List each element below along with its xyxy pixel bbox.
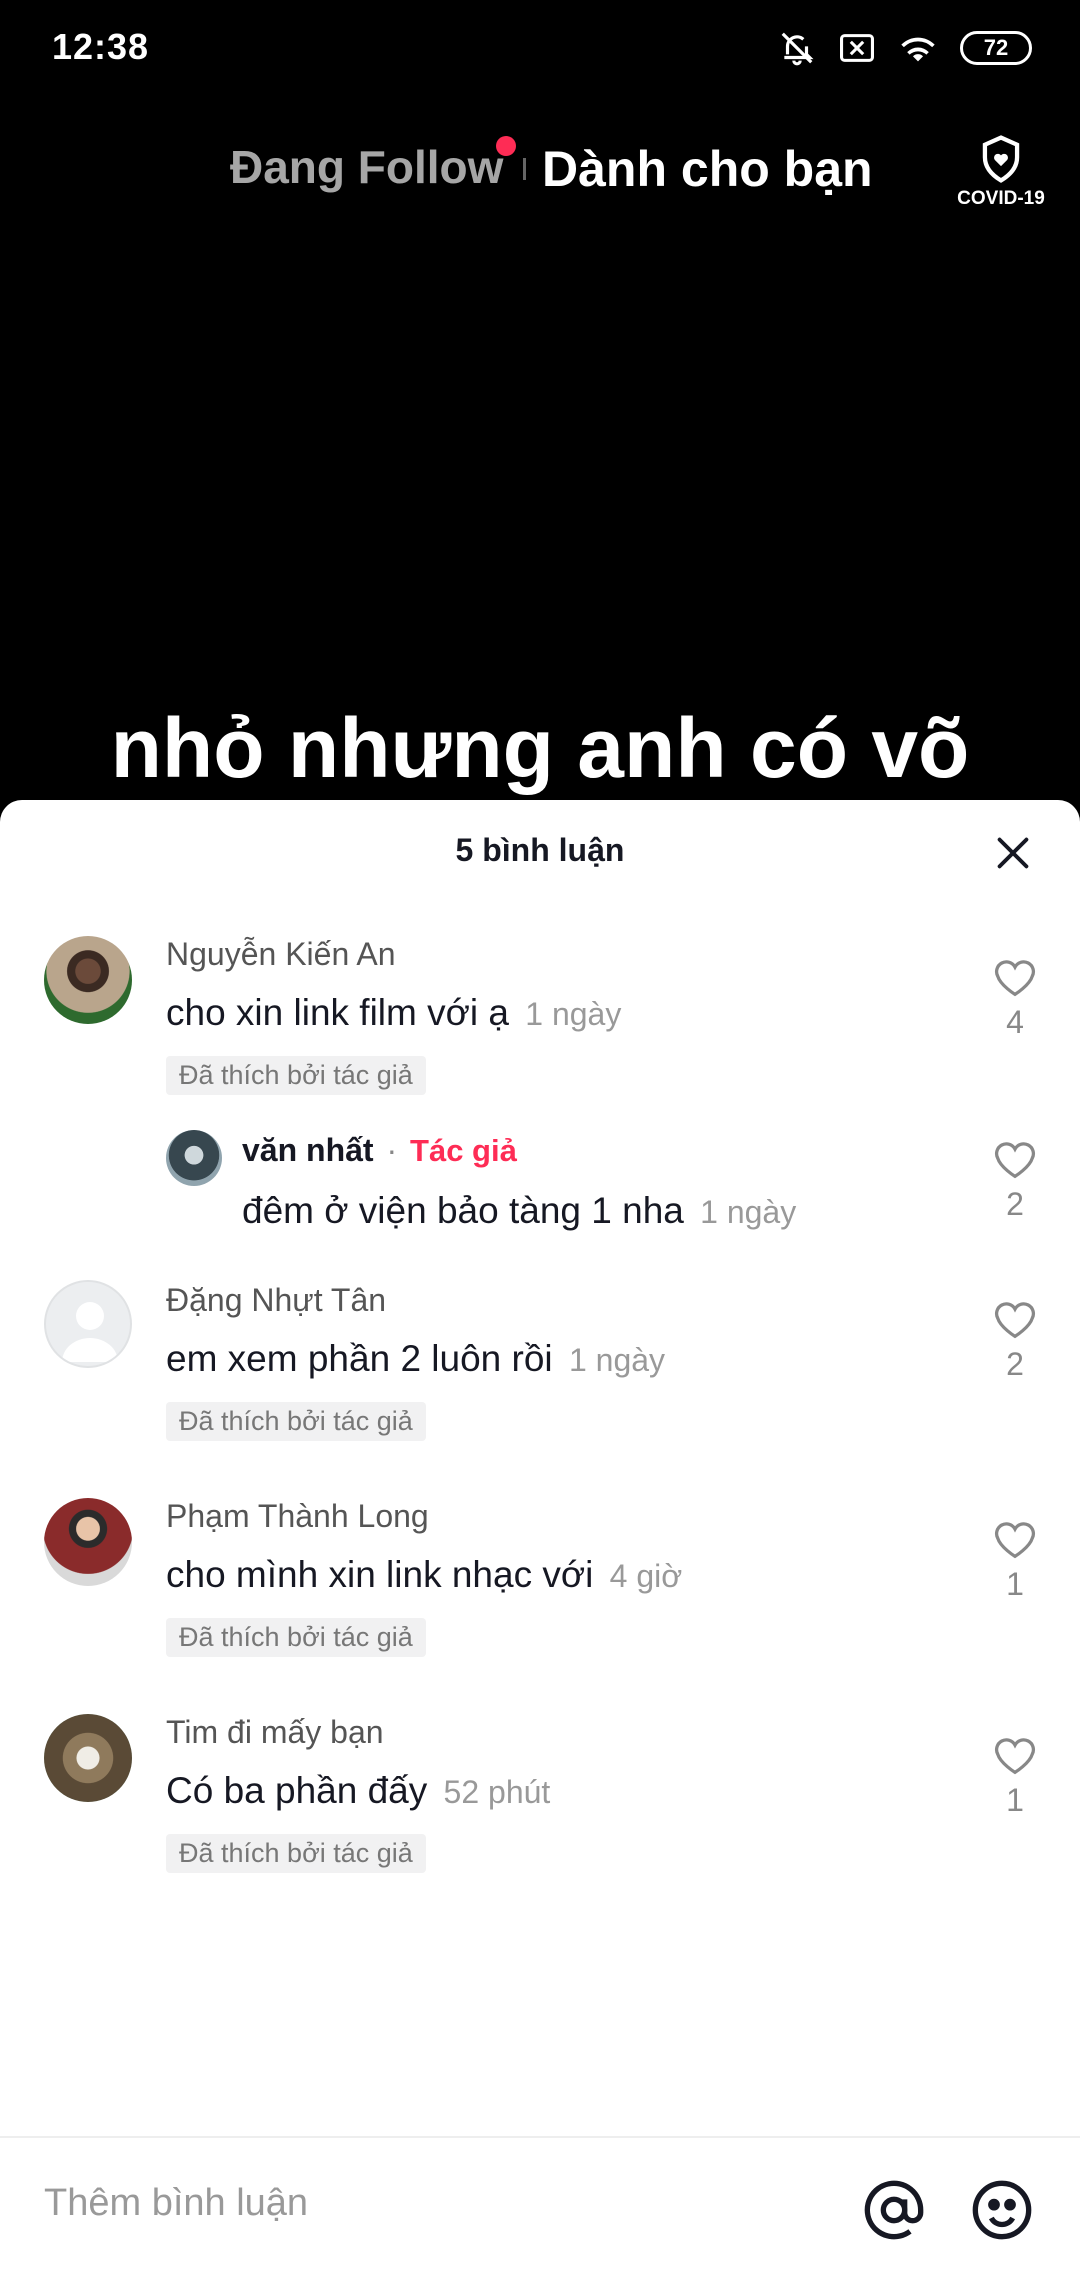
top-nav: Đang Follow Dành cho bạn COVID-19 [0,120,1080,220]
author-tag: Tác giả [410,1133,517,1168]
comment-item: Nguyễn Kiến An cho xin link film với ạ 1… [0,930,1080,1100]
mute-icon [778,29,816,67]
sim-error-icon [838,31,876,65]
like-button[interactable]: 4 [980,958,1050,1041]
like-button[interactable]: 2 [980,1300,1050,1383]
comment-text: cho mình xin link nhạc với [166,1554,594,1595]
comment-text: đêm ở viện bảo tàng 1 nha [242,1190,684,1231]
separator-dot: · [386,1132,398,1168]
heart-icon [994,1522,1036,1559]
emoji-icon [972,2180,1032,2240]
comment-item: Đặng Nhựt Tân em xem phần 2 luôn rồi 1 n… [0,1278,1080,1448]
comment-author[interactable]: Phạm Thành Long [166,1498,429,1535]
comment-text-row: em xem phần 2 luôn rồi 1 ngày [166,1338,665,1380]
comment-time: 1 ngày [700,1194,797,1230]
close-button[interactable] [990,830,1036,876]
status-icons: 72 [778,28,1032,68]
covid-button[interactable]: COVID-19 [956,134,1046,210]
liked-by-author-badge: Đã thích bởi tác giả [166,1056,426,1095]
like-button[interactable]: 2 [980,1140,1050,1223]
comment-text: em xem phần 2 luôn rồi [166,1338,553,1379]
comment-time: 1 ngày [525,996,622,1032]
avatar[interactable] [44,936,132,1024]
battery-icon: 72 [960,31,1032,65]
shield-icon [956,134,1046,184]
like-count: 1 [1006,1782,1024,1818]
liked-by-author-badge: Đã thích bởi tác giả [166,1402,426,1441]
like-button[interactable]: 1 [980,1736,1050,1819]
default-avatar-icon [62,1302,118,1362]
status-bar: 12:38 72 [0,0,1080,96]
avatar[interactable] [44,1280,132,1368]
comment-input-bar: Thêm bình luận [0,2136,1080,2280]
comment-author[interactable]: Nguyễn Kiến An [166,936,396,973]
like-count: 1 [1006,1566,1024,1602]
comment-author[interactable]: Đặng Nhựt Tân [166,1282,386,1319]
nav-divider [523,158,526,180]
emoji-button[interactable] [970,2178,1034,2242]
comment-time: 52 phút [443,1774,551,1810]
liked-by-author-badge: Đã thích bởi tác giả [166,1834,426,1873]
avatar[interactable] [166,1130,222,1186]
status-time: 12:38 [52,26,150,67]
comments-title: 5 bình luận [455,832,625,868]
avatar[interactable] [44,1498,132,1586]
notification-dot [496,136,516,156]
comment-text-row: đêm ở viện bảo tàng 1 nha 1 ngày [242,1190,796,1232]
mention-button[interactable] [862,2178,926,2242]
like-count: 2 [1006,1346,1024,1382]
heart-icon [994,1302,1036,1339]
like-count: 2 [1006,1186,1024,1222]
comment-text: cho xin link film với ạ [166,992,509,1033]
comment-text-row: cho mình xin link nhạc với 4 giờ [166,1554,682,1596]
comment-text-row: cho xin link film với ạ 1 ngày [166,992,621,1034]
video-caption: nhỏ nhưng anh có võ [110,701,970,795]
comment-input[interactable]: Thêm bình luận [44,2182,308,2225]
heart-icon [994,1738,1036,1775]
like-count: 4 [1006,1004,1024,1040]
close-icon [997,837,1029,869]
comment-item: Phạm Thành Long cho mình xin link nhạc v… [0,1494,1080,1664]
comment-text: Có ba phần đấy [166,1770,428,1811]
reply-author-row: văn nhất · Tác giả [242,1132,517,1169]
reply-item: văn nhất · Tác giả đêm ở viện bảo tàng 1… [0,1128,1080,1238]
comment-author[interactable]: văn nhất [242,1132,374,1168]
at-sign-icon [864,2180,924,2240]
comments-sheet: 5 bình luận Nguyễn Kiến An cho xin link … [0,800,1080,2280]
like-button[interactable]: 1 [980,1520,1050,1603]
heart-icon [994,1142,1036,1179]
tab-for-you[interactable]: Dành cho bạn [542,140,873,198]
comment-text-row: Có ba phần đấy 52 phút [166,1770,550,1812]
tab-following[interactable]: Đang Follow [230,140,503,194]
comment-time: 4 giờ [609,1558,683,1594]
comment-item: Tim đi mấy bạn Có ba phần đấy 52 phút Đã… [0,1710,1080,1880]
wifi-icon [898,31,938,65]
comment-author[interactable]: Tim đi mấy bạn [166,1714,384,1751]
comment-time: 1 ngày [568,1342,666,1378]
heart-icon [994,960,1036,997]
covid-label: COVID-19 [957,188,1045,209]
avatar[interactable] [44,1714,132,1802]
liked-by-author-badge: Đã thích bởi tác giả [166,1618,426,1657]
